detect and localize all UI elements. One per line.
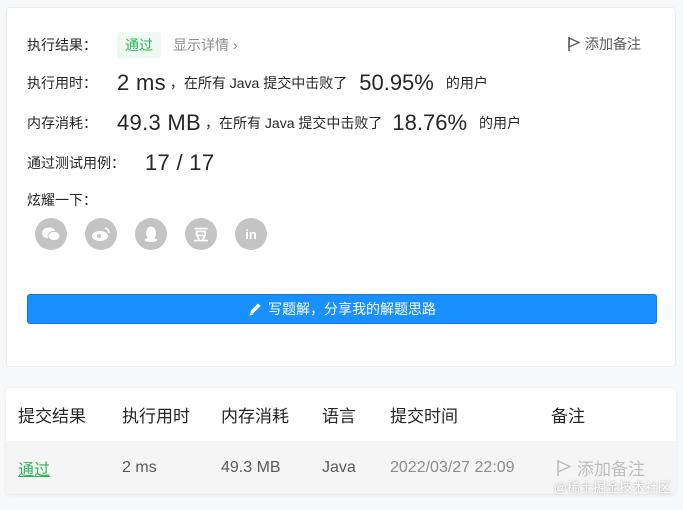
memory-percent: 18.76% <box>392 110 468 135</box>
memory-value: 49.3 MB <box>117 110 202 135</box>
tests-value: 17 / 17 <box>145 150 215 175</box>
watermark: @稀土掘金技术社区 <box>553 480 671 495</box>
tests-label: 通过测试用例： <box>27 155 125 171</box>
runtime-suffix: 的用户 <box>445 75 488 91</box>
show-details-label: 显示详情 <box>173 37 229 53</box>
wechat-icon[interactable] <box>35 218 67 250</box>
row-memory: 49.3 MB <box>221 458 281 476</box>
row-time: 2022/03/27 22:09 <box>390 458 515 476</box>
header-result: 提交结果 <box>18 407 86 426</box>
memory-row: 内存消耗： 49.3 MB ，在所有 Java 提交中击败了 18.76% 的用… <box>27 110 521 136</box>
header-language: 语言 <box>322 407 356 426</box>
header-time: 提交时间 <box>390 407 458 426</box>
memory-label: 内存消耗： <box>27 115 97 131</box>
header-note: 备注 <box>551 407 585 426</box>
tests-row: 通过测试用例： 17 / 17 <box>27 150 214 176</box>
show-details-link[interactable]: 显示详情 › <box>173 35 238 55</box>
runtime-label: 执行用时： <box>27 75 97 91</box>
result-row: 执行结果： 通过 显示详情 › <box>27 32 238 58</box>
row-runtime: 2 ms <box>122 458 157 476</box>
chevron-right-icon: › <box>233 37 238 53</box>
result-card: 执行结果： 通过 显示详情 › 添加备注 执行用时： 2 ms ，在所有 Jav… <box>6 7 676 367</box>
runtime-row: 执行用时： 2 ms ，在所有 Java 提交中击败了 50.95% 的用户 <box>27 70 488 96</box>
runtime-prefix: ，在所有 Java 提交中击败了 <box>169 75 348 91</box>
add-note-label: 添加备注 <box>585 36 641 52</box>
douban-glyph: 豆 <box>193 226 209 244</box>
share-label: 炫耀一下： <box>27 192 97 208</box>
share-row: 炫耀一下： <box>27 190 97 210</box>
flag-icon <box>568 36 581 51</box>
weibo-icon[interactable] <box>85 218 117 250</box>
qq-icon[interactable] <box>135 218 167 250</box>
row-result-link[interactable]: 通过 <box>18 441 50 494</box>
row-language: Java <box>322 458 356 476</box>
table-header: 提交结果 执行用时 内存消耗 语言 提交时间 备注 <box>6 388 676 441</box>
result-label: 执行结果： <box>27 37 97 53</box>
pencil-icon <box>249 303 261 316</box>
write-solution-button[interactable]: 写题解，分享我的解题思路 <box>27 294 657 324</box>
memory-prefix: ，在所有 Java 提交中击败了 <box>205 115 383 131</box>
runtime-percent: 50.95% <box>359 70 434 95</box>
linkedin-icon[interactable]: in <box>235 218 267 250</box>
status-badge: 通过 <box>117 32 161 58</box>
flag-icon <box>557 459 572 476</box>
header-runtime: 执行用时 <box>122 407 190 426</box>
header-memory: 内存消耗 <box>221 407 289 426</box>
write-solution-label: 写题解，分享我的解题思路 <box>268 301 436 317</box>
add-note-button[interactable]: 添加备注 <box>567 34 641 54</box>
douban-icon[interactable]: 豆 <box>185 218 217 250</box>
linkedin-glyph: in <box>245 226 257 242</box>
share-icons: 豆 in <box>35 218 285 250</box>
runtime-value: 2 ms <box>117 70 166 95</box>
memory-suffix: 的用户 <box>479 115 522 131</box>
